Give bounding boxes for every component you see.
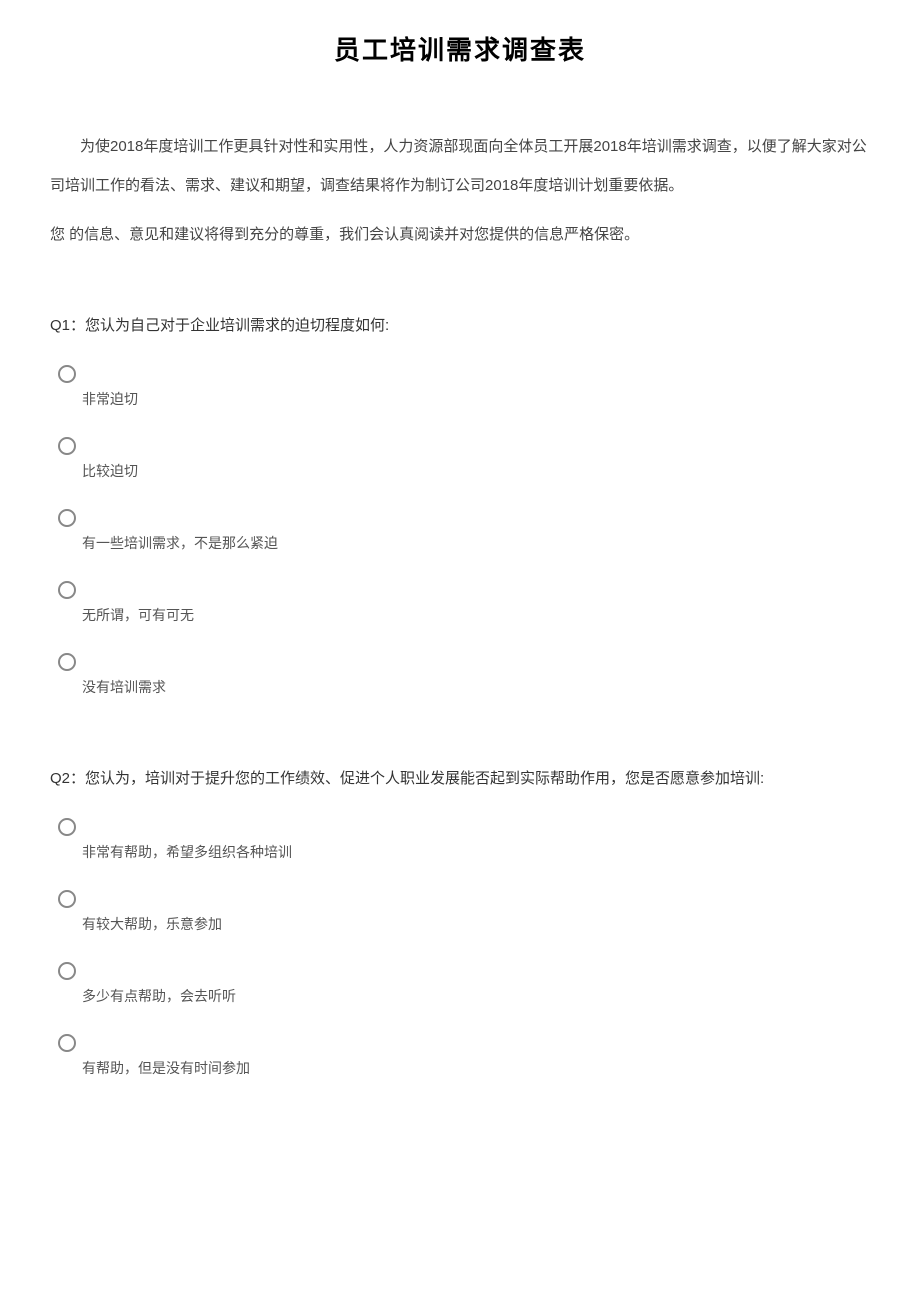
q1-option-5-label: 没有培训需求 <box>82 677 870 697</box>
q1-option-4[interactable]: 无所谓，可有可无 <box>50 581 870 625</box>
q2-option-3-label: 多少有点帮助，会去听听 <box>82 986 870 1006</box>
q2-option-2-label: 有较大帮助，乐意参加 <box>82 914 870 934</box>
radio-icon[interactable] <box>58 365 76 383</box>
q1-option-2-label: 比较迫切 <box>82 461 870 481</box>
question-1-block: Q1：您认为自己对于企业培训需求的迫切程度如何: 非常迫切 比较迫切 有一些培训… <box>50 314 870 697</box>
radio-icon[interactable] <box>58 890 76 908</box>
radio-icon[interactable] <box>58 818 76 836</box>
q1-option-4-label: 无所谓，可有可无 <box>82 605 870 625</box>
page-title: 员工培训需求调查表 <box>50 30 870 67</box>
radio-icon[interactable] <box>58 1034 76 1052</box>
question-1-prompt: Q1：您认为自己对于企业培训需求的迫切程度如何: <box>50 314 870 335</box>
q1-option-3-label: 有一些培训需求，不是那么紧迫 <box>82 533 870 553</box>
q1-option-2[interactable]: 比较迫切 <box>50 437 870 481</box>
q2-option-4[interactable]: 有帮助，但是没有时间参加 <box>50 1034 870 1078</box>
question-2-block: Q2：您认为，培训对于提升您的工作绩效、促进个人职业发展能否起到实际帮助作用，您… <box>50 767 870 1078</box>
q1-option-5[interactable]: 没有培训需求 <box>50 653 870 697</box>
radio-icon[interactable] <box>58 437 76 455</box>
question-2-prompt: Q2：您认为，培训对于提升您的工作绩效、促进个人职业发展能否起到实际帮助作用，您… <box>50 767 870 788</box>
radio-icon[interactable] <box>58 653 76 671</box>
radio-icon[interactable] <box>58 509 76 527</box>
q2-option-1[interactable]: 非常有帮助，希望多组织各种培训 <box>50 818 870 862</box>
q1-option-1[interactable]: 非常迫切 <box>50 365 870 409</box>
q1-option-3[interactable]: 有一些培训需求，不是那么紧迫 <box>50 509 870 553</box>
q2-option-4-label: 有帮助，但是没有时间参加 <box>82 1058 870 1078</box>
radio-icon[interactable] <box>58 962 76 980</box>
radio-icon[interactable] <box>58 581 76 599</box>
q2-option-1-label: 非常有帮助，希望多组织各种培训 <box>82 842 870 862</box>
q2-option-3[interactable]: 多少有点帮助，会去听听 <box>50 962 870 1006</box>
q1-option-1-label: 非常迫切 <box>82 389 870 409</box>
q2-option-2[interactable]: 有较大帮助，乐意参加 <box>50 890 870 934</box>
intro-paragraph: 为使2018年度培训工作更具针对性和实用性，人力资源部现面向全体员工开展2018… <box>50 127 870 205</box>
intro-note: 您 的信息、意见和建议将得到充分的尊重，我们会认真阅读并对您提供的信息严格保密。 <box>50 215 870 254</box>
